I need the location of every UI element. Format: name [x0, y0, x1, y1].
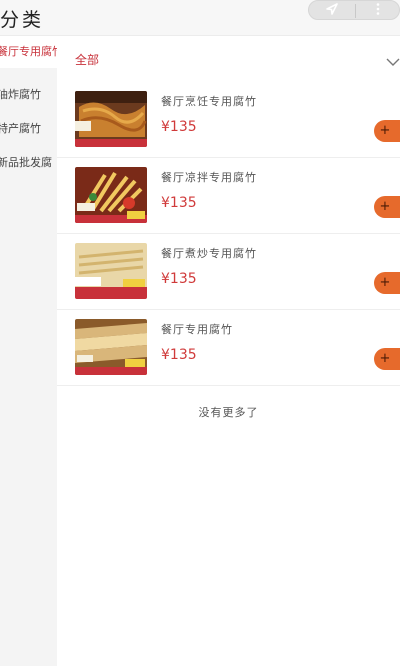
add-to-cart-button[interactable]: +: [374, 272, 400, 294]
mini-program-capsule: [308, 0, 400, 20]
product-name: 餐厅凉拌专用腐竹: [161, 171, 257, 184]
sidebar-item-restaurant-tofu-skin[interactable]: 餐厅专用腐竹: [0, 36, 57, 68]
product-list-panel: 全部 餐厅烹饪专用腐竹 ¥135 + 餐厅凉拌专用腐竹 ¥135 + 餐厅煮炒专…: [57, 36, 400, 666]
product-image: [75, 319, 147, 375]
sidebar-item-label: 油炸腐竹: [0, 88, 41, 101]
no-more-text: 没有更多了: [198, 406, 259, 419]
product-card[interactable]: 餐厅煮炒专用腐竹 ¥135 +: [57, 234, 400, 310]
top-bar: 分类: [0, 0, 400, 36]
chevron-down-icon: [386, 52, 400, 66]
product-name: 餐厅烹饪专用腐竹: [161, 95, 257, 108]
product-image: [75, 91, 147, 147]
sidebar-item-label: 特产腐竹: [0, 122, 41, 135]
product-price: ¥135: [161, 347, 197, 363]
sidebar-item-label: 餐厅专用腐竹: [0, 45, 57, 58]
sidebar-item-specialty-tofu-skin[interactable]: 特产腐竹: [0, 113, 57, 145]
location-arrow-icon: [325, 1, 339, 20]
add-to-cart-button[interactable]: +: [374, 348, 400, 370]
share-location-button[interactable]: [309, 1, 355, 19]
filter-label: 全部: [75, 53, 100, 67]
product-price: ¥135: [161, 271, 197, 287]
category-sidebar: 餐厅专用腐竹 油炸腐竹 特产腐竹 新品批发腐: [0, 36, 57, 666]
product-name: 餐厅专用腐竹: [161, 323, 233, 336]
product-image: [75, 243, 147, 299]
product-image: [75, 167, 147, 223]
page-title: 分类: [0, 9, 45, 31]
product-card[interactable]: 餐厅专用腐竹 ¥135 +: [57, 310, 400, 386]
product-price: ¥135: [161, 195, 197, 211]
add-to-cart-button[interactable]: +: [374, 196, 400, 218]
sidebar-item-wholesale[interactable]: 新品批发腐: [0, 147, 57, 179]
filter-dropdown[interactable]: 全部: [57, 36, 400, 80]
add-to-cart-button[interactable]: +: [374, 120, 400, 142]
product-card[interactable]: 餐厅凉拌专用腐竹 ¥135 +: [57, 158, 400, 234]
product-name: 餐厅煮炒专用腐竹: [161, 247, 257, 260]
sidebar-item-label: 新品批发腐: [0, 156, 52, 169]
sidebar-item-fried-tofu-skin[interactable]: 油炸腐竹: [0, 79, 57, 111]
product-card[interactable]: 餐厅烹饪专用腐竹 ¥135 +: [57, 82, 400, 158]
more-menu-button[interactable]: [355, 1, 400, 19]
more-dots-icon: [375, 1, 381, 20]
product-price: ¥135: [161, 119, 197, 135]
